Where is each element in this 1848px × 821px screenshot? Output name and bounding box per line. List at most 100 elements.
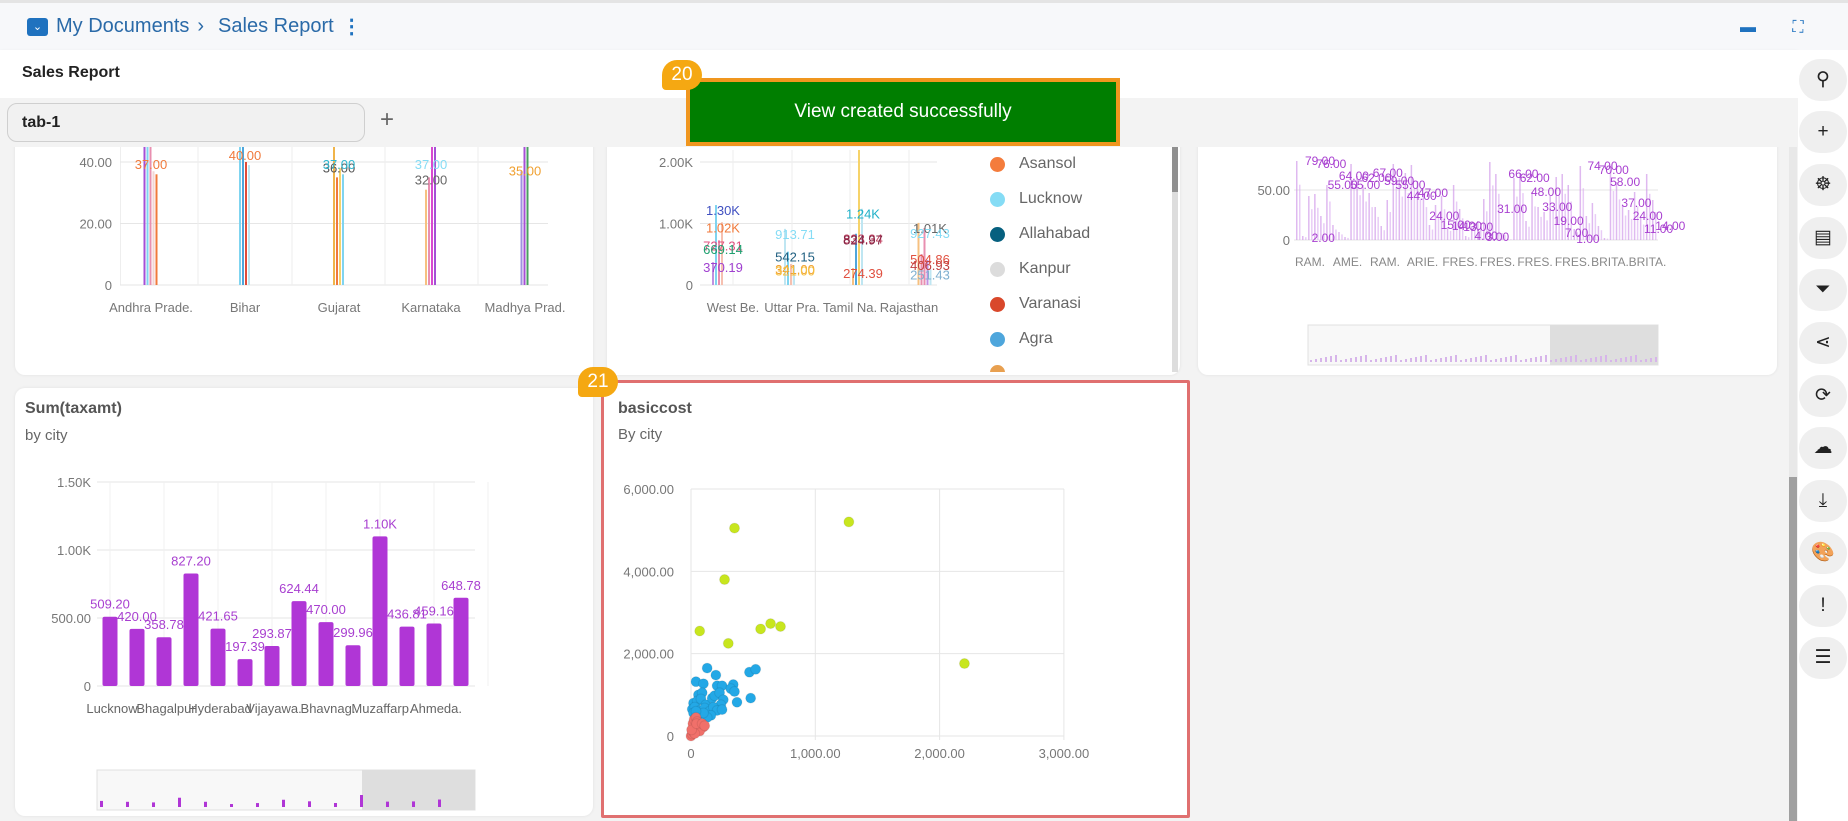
slider-preview-bar — [1520, 360, 1522, 362]
legend-scrollbar[interactable] — [1172, 147, 1178, 372]
slider-preview-bar — [1545, 355, 1547, 362]
chart-legend: Asansol Lucknow Allahabad Kanpur Varanas… — [970, 147, 1170, 372]
bar — [155, 174, 158, 285]
notes-icon[interactable]: ☰ — [1799, 637, 1847, 679]
search-icon[interactable]: ⚲ — [1799, 59, 1847, 101]
scatter-point — [774, 620, 786, 632]
page-scrollbar-thumb[interactable] — [1789, 477, 1797, 821]
slider-preview-bar — [1625, 357, 1627, 362]
x-tick-label: FRES. — [1517, 255, 1552, 269]
cloud-download-icon[interactable]: ☁ — [1799, 427, 1847, 469]
slider-preview-bar — [1510, 356, 1512, 362]
data-label: 358.78 — [144, 617, 184, 632]
bar — [1522, 193, 1524, 240]
x-tick-label: Bhavnag. — [301, 701, 356, 716]
legend-dot — [990, 156, 1005, 172]
slider-preview-bar — [1500, 358, 1502, 362]
state-bar-chart: 0 20.00 40.00 Andhra Prade. Bihar Gujarat Karn… — [79, 147, 565, 315]
slider-preview-bar — [1515, 355, 1517, 362]
legend-dot — [990, 226, 1005, 242]
slider-preview-bar — [1635, 355, 1637, 362]
slider-preview-bar — [1460, 360, 1462, 362]
slider-preview-bar — [1525, 359, 1527, 362]
slider-preview-bar — [1640, 360, 1642, 362]
data-label: 251.43 — [910, 268, 950, 283]
step-badge-20: 20 — [662, 60, 702, 90]
legend-item[interactable]: Varanasi — [990, 295, 1081, 313]
bar — [242, 147, 244, 285]
taxamt-bar-chart: 0500.001.00K1.50K509.20420.00358.78827.2… — [51, 475, 489, 811]
slider-preview-bar — [1410, 358, 1412, 362]
tab-1[interactable]: tab-1 — [7, 103, 365, 142]
y-tick-label: 0 — [84, 679, 91, 694]
sd-card-icon[interactable]: ▤ — [1799, 217, 1847, 259]
data-label: 37.00 — [415, 157, 448, 172]
bar — [237, 659, 253, 686]
data-label: 421.65 — [198, 609, 238, 624]
kebab-menu-icon[interactable]: ⋮ — [342, 14, 362, 39]
legend-item[interactable]: Agra — [990, 330, 1053, 348]
legend-label: Allahabad — [1019, 225, 1091, 242]
scatter-point — [731, 696, 743, 708]
chart-title: basiccost — [618, 400, 692, 417]
bar — [1308, 196, 1310, 240]
fullscreen-icon[interactable]: ⛶ — [1788, 19, 1808, 37]
data-label: 14.00 — [1655, 219, 1685, 233]
x-tick-label: Tamil Na. — [823, 300, 877, 315]
data-label: 37.00 — [323, 157, 356, 172]
comment-icon[interactable]: ▬ — [1738, 19, 1758, 37]
bar — [1389, 212, 1391, 240]
data-label: 37.00 — [1621, 196, 1651, 210]
slider-preview-bar — [282, 799, 285, 807]
folder-icon[interactable]: ⌄ — [27, 17, 48, 36]
data-label: 669.14 — [703, 242, 743, 257]
chart-subtitle: By city — [618, 426, 663, 443]
filter-icon[interactable]: ⏷ — [1799, 269, 1847, 311]
slider-preview-bar — [1540, 356, 1542, 362]
slider-preview-bar — [1335, 355, 1337, 362]
bar — [1621, 205, 1624, 240]
slider-preview-bar — [1505, 357, 1507, 362]
legend-item[interactable]: Asansol — [990, 155, 1076, 173]
x-tick-label: West Be. — [707, 300, 760, 315]
slider-preview-bar — [1365, 355, 1367, 362]
bar — [1624, 215, 1627, 240]
data-label: 62.00 — [1520, 171, 1550, 185]
slider-preview-bar — [1350, 358, 1352, 362]
bar — [245, 162, 247, 285]
legend-item[interactable]: Kanpur — [990, 260, 1071, 278]
bar — [425, 189, 427, 285]
y-tick-label: 1.50K — [57, 475, 91, 490]
slider-preview-bar — [230, 804, 233, 807]
refresh-icon[interactable]: ⟳ — [1799, 375, 1847, 417]
legend-item[interactable]: Lucknow — [990, 190, 1082, 208]
legend-item-partial[interactable] — [990, 365, 1005, 372]
x-tick-label: Muzaffarp. — [351, 701, 412, 716]
bar — [1531, 192, 1533, 240]
breadcrumb-my-documents[interactable]: My Documents — [56, 15, 189, 38]
x-tick-label: Karnataka — [401, 300, 461, 315]
data-label: 1.30K — [706, 203, 740, 218]
slider-preview-bar — [1595, 357, 1597, 362]
add-icon[interactable]: + — [1799, 111, 1847, 153]
add-tab-button[interactable]: + — [380, 106, 394, 134]
palette-icon[interactable]: 🎨 — [1799, 532, 1847, 574]
bar — [1467, 237, 1470, 240]
download-icon[interactable]: ⤓ — [1799, 480, 1847, 522]
y-tick-label: 0 — [105, 278, 112, 293]
slider-preview-bar — [1550, 360, 1552, 362]
legend-scrollbar-thumb[interactable] — [1172, 147, 1178, 192]
legend-item[interactable]: Allahabad — [990, 225, 1090, 243]
bar — [1299, 184, 1301, 240]
slider-preview-bar — [1310, 360, 1312, 362]
page-scrollbar[interactable] — [1789, 147, 1797, 821]
slider-preview-bar — [204, 801, 207, 807]
info-icon[interactable]: ! — [1799, 585, 1847, 627]
brain-icon[interactable]: ☸ — [1799, 164, 1847, 206]
share-icon[interactable]: ⋖ — [1799, 322, 1847, 364]
bar — [1335, 229, 1337, 240]
bar — [336, 177, 338, 285]
slider-preview-bar — [1620, 358, 1622, 362]
slider-preview-bar — [1605, 355, 1607, 362]
x-tick-label: RAM. — [1295, 255, 1325, 269]
